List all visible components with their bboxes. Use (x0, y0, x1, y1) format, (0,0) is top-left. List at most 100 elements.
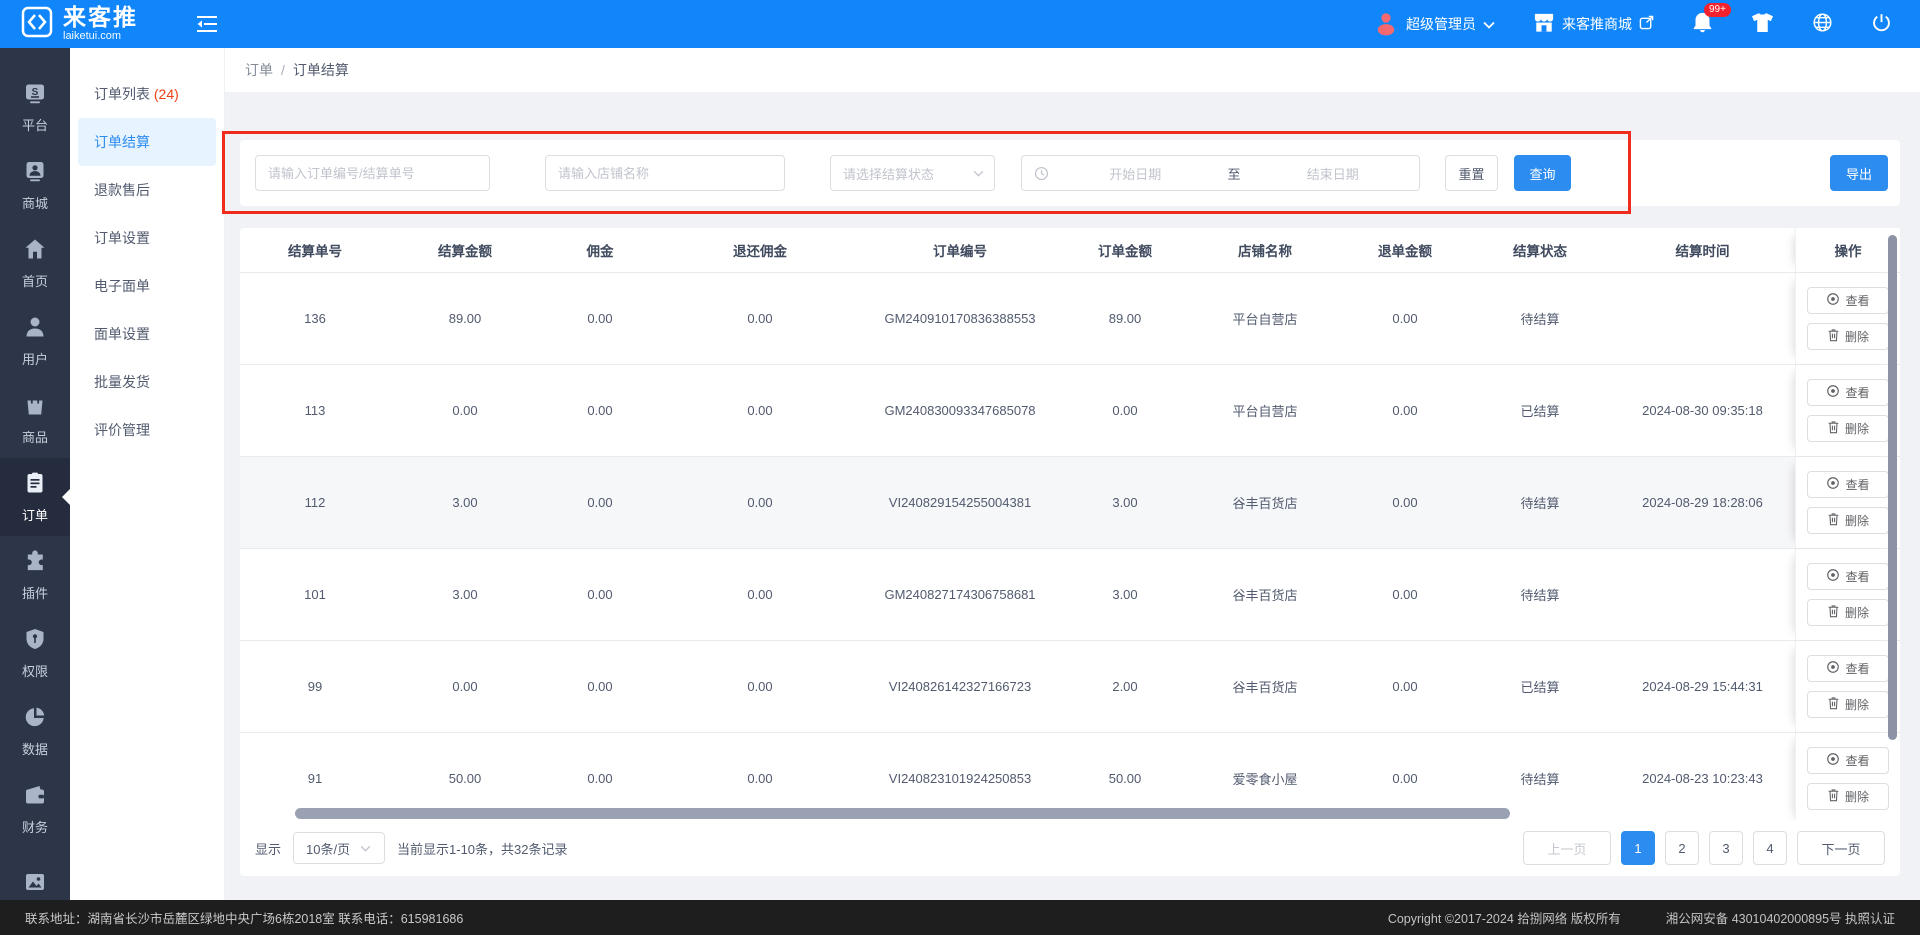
column-header: 退还佣金 (660, 240, 860, 260)
menu-collapse-icon[interactable] (196, 15, 218, 33)
view-button[interactable]: 查看 (1807, 379, 1889, 406)
view-button[interactable]: 查看 (1807, 287, 1889, 314)
cell-settle-no: 91 (240, 771, 390, 786)
action-label: 删除 (1845, 604, 1869, 621)
order-number-input[interactable] (255, 155, 490, 191)
export-button[interactable]: 导出 (1830, 155, 1888, 191)
cell-shop-name: 谷丰百货店 (1190, 585, 1340, 604)
delete-button[interactable]: 删除 (1807, 691, 1889, 718)
sidebar-item-label: 首页 (22, 271, 48, 290)
vertical-scrollbar[interactable] (1888, 235, 1897, 740)
page-button-3[interactable]: 3 (1709, 831, 1743, 865)
breadcrumb-section[interactable]: 订单 (245, 60, 273, 80)
submenu-item-order-settings[interactable]: 订单设置 (78, 214, 216, 262)
action-label: 查看 (1845, 476, 1869, 493)
submenu-item-refund-aftersale[interactable]: 退款售后 (78, 166, 216, 214)
date-range-picker[interactable]: 开始日期 至 结束日期 (1021, 155, 1420, 191)
column-header-actions: 操作 (1795, 228, 1900, 272)
date-start-placeholder[interactable]: 开始日期 (1049, 164, 1222, 183)
delete-button[interactable]: 删除 (1807, 507, 1889, 534)
view-button[interactable]: 查看 (1807, 655, 1889, 682)
user-menu[interactable]: 超级管理员 (1373, 10, 1495, 39)
column-header: 结算金额 (390, 240, 540, 260)
submenu-item-e-waybill[interactable]: 电子面单 (78, 262, 216, 310)
submenu-item-waybill-settings[interactable]: 面单设置 (78, 310, 216, 358)
notifications-button[interactable]: 99+ (1692, 11, 1713, 37)
prev-page-button[interactable]: 上一页 (1523, 831, 1611, 865)
view-button[interactable]: 查看 (1807, 471, 1889, 498)
sidebar-item-mall[interactable]: 商城 (0, 146, 70, 224)
sidebar-item-label: 订单 (22, 505, 48, 524)
sidebar-item-home[interactable]: 首页 (0, 224, 70, 302)
reset-button[interactable]: 重置 (1445, 155, 1498, 191)
globe-icon (1812, 12, 1833, 36)
shop-name-input[interactable] (545, 155, 785, 191)
sidebar-item-users[interactable]: 用户 (0, 302, 70, 380)
power-icon (1871, 12, 1892, 36)
delete-button[interactable]: 删除 (1807, 415, 1889, 442)
shop-link[interactable]: 来客推商城 (1533, 13, 1654, 36)
delete-button[interactable]: 删除 (1807, 599, 1889, 626)
submenu-label: 面单设置 (94, 326, 150, 342)
horizontal-scrollbar[interactable] (295, 808, 1510, 819)
submenu-item-batch-shipping[interactable]: 批量发货 (78, 358, 216, 406)
trash-icon (1827, 604, 1840, 621)
date-end-placeholder[interactable]: 结束日期 (1247, 164, 1420, 183)
pagination-summary: 当前显示1-10条，共32条记录 (397, 839, 567, 858)
action-label: 删除 (1845, 788, 1869, 805)
media-icon (23, 870, 47, 899)
users-icon (23, 315, 47, 344)
page-button-1[interactable]: 1 (1621, 831, 1655, 865)
sidebar-item-goods[interactable]: 商品 (0, 380, 70, 458)
cell-status: 待结算 (1470, 309, 1610, 328)
breadcrumb-separator: / (281, 62, 285, 78)
delete-button[interactable]: 删除 (1807, 323, 1889, 350)
notification-badge: 99+ (1704, 3, 1731, 17)
external-link-icon (1639, 15, 1654, 33)
cell-order-no: VI240823101924250853 (860, 771, 1060, 786)
chevron-down-icon (973, 170, 984, 177)
language-button[interactable] (1812, 12, 1833, 36)
submenu-item-order-settlement[interactable]: 订单结算 (78, 118, 216, 166)
cell-shop-name: 谷丰百货店 (1190, 493, 1340, 512)
logout-button[interactable] (1871, 12, 1892, 36)
action-label: 查看 (1845, 568, 1869, 585)
settlement-status-select[interactable]: 请选择结算状态 (830, 155, 995, 191)
submenu-label: 订单列表 (94, 86, 154, 102)
sidebar-item-plugins[interactable]: 插件 (0, 536, 70, 614)
page-button-4[interactable]: 4 (1753, 831, 1787, 865)
footer-record-number[interactable]: 湘公网安备 43010402000895号 执照认证 (1666, 908, 1895, 927)
platform-icon: S (23, 81, 47, 110)
sidebar-item-permissions[interactable]: 权限 (0, 614, 70, 692)
cell-order-no: GM240830093347685078 (860, 403, 1060, 418)
cell-settle-time: 2024-08-30 09:35:18 (1610, 403, 1795, 418)
submenu-label: 电子面单 (94, 278, 150, 294)
view-button[interactable]: 查看 (1807, 747, 1889, 774)
next-page-button[interactable]: 下一页 (1797, 831, 1885, 865)
sidebar-item-platform[interactable]: S 平台 (0, 68, 70, 146)
trash-icon (1827, 788, 1840, 805)
sidebar-item-finance[interactable]: 财务 (0, 770, 70, 848)
page-size-select[interactable]: 10条/页 (293, 832, 385, 864)
cell-refund-amount: 0.00 (1340, 587, 1470, 602)
sidebar-item-media[interactable] (0, 848, 70, 900)
order-count-badge: (24) (154, 86, 179, 102)
submenu-item-review-management[interactable]: 评价管理 (78, 406, 216, 454)
sidebar-item-data[interactable]: 数据 (0, 692, 70, 770)
submenu-item-order-list[interactable]: 订单列表 (24) (78, 70, 216, 118)
trash-icon (1827, 420, 1840, 437)
shop-decoration-button[interactable] (1751, 12, 1774, 36)
view-button[interactable]: 查看 (1807, 563, 1889, 590)
page-button-2[interactable]: 2 (1665, 831, 1699, 865)
submenu-label: 订单结算 (94, 134, 150, 150)
trash-icon (1827, 512, 1840, 529)
delete-button[interactable]: 删除 (1807, 783, 1889, 810)
cell-refund-amount: 0.00 (1340, 771, 1470, 786)
eye-icon (1826, 476, 1840, 493)
cell-shop-name: 谷丰百货店 (1190, 677, 1340, 696)
sidebar-item-orders[interactable]: 订单 (0, 458, 70, 536)
cell-commission-refund: 0.00 (660, 679, 860, 694)
search-button[interactable]: 查询 (1514, 155, 1571, 191)
breadcrumb-page: 订单结算 (293, 60, 349, 80)
cell-status: 待结算 (1470, 769, 1610, 788)
